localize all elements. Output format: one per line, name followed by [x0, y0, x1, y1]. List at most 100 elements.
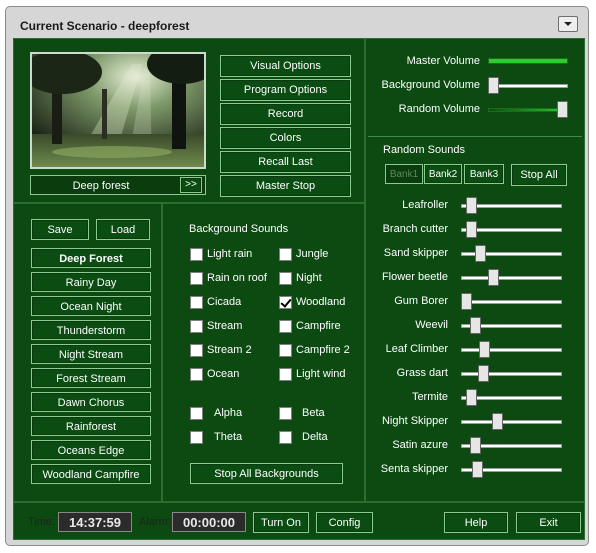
title-bar: Current Scenario - deepforest [6, 7, 588, 37]
preset-item[interactable]: Rainforest [31, 416, 151, 436]
random-sound-thumb[interactable] [472, 461, 483, 478]
background-sound-label: Ocean [207, 368, 240, 380]
random-sound-label: Weevil [415, 319, 448, 331]
record-button[interactable]: Record [220, 103, 351, 125]
background-sound-label: Stream [207, 320, 243, 332]
random-sound-thumb[interactable] [470, 317, 481, 334]
background-sound-label: Woodland [296, 296, 346, 308]
bank3-button[interactable]: Bank3 [464, 164, 504, 184]
random-sound-thumb[interactable] [466, 389, 477, 406]
background-sound-label: Rain on roof [207, 272, 267, 284]
forest-image [32, 54, 204, 167]
visual-options-button[interactable]: Visual Options [220, 55, 351, 77]
brainwave-label: Alpha [214, 407, 243, 419]
next-scene-button[interactable]: >> [180, 177, 202, 193]
window-menu-button[interactable] [558, 16, 578, 32]
preset-item[interactable]: Thunderstorm [31, 320, 151, 340]
random-sound-label: Satin azure [392, 439, 448, 451]
background-sound-label: Campfire 2 [296, 344, 350, 356]
exit-button[interactable]: Exit [516, 512, 581, 533]
background-sound-checkbox[interactable] [279, 248, 292, 261]
preset-item[interactable]: Ocean Night [31, 296, 151, 316]
random-volume-thumb[interactable] [557, 101, 568, 118]
random-sound-track[interactable] [461, 420, 562, 424]
brainwave-label: Beta [302, 407, 325, 419]
background-sound-checkbox[interactable] [279, 272, 292, 285]
load-preset-button[interactable]: Load [96, 219, 150, 240]
preset-item[interactable]: Oceans Edge [31, 440, 151, 460]
random-sound-thumb[interactable] [492, 413, 503, 430]
scene-name-label: Deep forest [72, 180, 130, 192]
background-volume-thumb[interactable] [488, 77, 499, 94]
brainwave-checkbox[interactable] [279, 407, 292, 420]
alarm-label: Alarm: [139, 516, 171, 528]
random-volume-label: Random Volume [398, 103, 480, 115]
random-sound-thumb[interactable] [466, 197, 477, 214]
background-sound-checkbox[interactable] [190, 344, 203, 357]
random-sound-label: Flower beetle [381, 271, 448, 283]
preset-item[interactable]: Dawn Chorus [31, 392, 151, 412]
background-sound-checkbox[interactable] [190, 272, 203, 285]
stop-all-random-button[interactable]: Stop All [511, 164, 567, 186]
preset-item[interactable]: Night Stream [31, 344, 151, 364]
random-sound-thumb[interactable] [466, 221, 477, 238]
background-sound-label: Stream 2 [207, 344, 252, 356]
random-sound-label: Night Skipper [381, 415, 448, 427]
random-sound-thumb[interactable] [479, 341, 490, 358]
background-sound-checkbox[interactable] [190, 320, 203, 333]
recall-last-button[interactable]: Recall Last [220, 151, 351, 173]
brainwave-label: Theta [214, 431, 243, 443]
master-stop-button[interactable]: Master Stop [220, 175, 351, 197]
background-sound-label: Jungle [296, 248, 329, 260]
background-sound-label: Night [296, 272, 322, 284]
random-sound-thumb[interactable] [461, 293, 472, 310]
program-options-button[interactable]: Program Options [220, 79, 351, 101]
colors-button[interactable]: Colors [220, 127, 351, 149]
background-volume-track[interactable] [488, 84, 568, 88]
chevron-down-icon [564, 22, 572, 26]
brainwave-checkbox[interactable] [190, 431, 203, 444]
bank1-button[interactable]: Bank1 [385, 164, 423, 184]
alarm-readout: 00:00:00 [172, 512, 246, 532]
random-sound-track[interactable] [461, 348, 562, 352]
window-title: Current Scenario - deepforest [20, 19, 190, 33]
random-sound-track[interactable] [461, 276, 562, 280]
random-sound-label: Grass dart [396, 367, 448, 379]
background-sound-label: Light wind [296, 368, 346, 380]
config-button[interactable]: Config [316, 512, 373, 533]
background-sound-checkbox[interactable] [190, 368, 203, 381]
preset-item[interactable]: Woodland Campfire [31, 464, 151, 484]
brainwave-label: Delta [302, 431, 328, 443]
bank2-button[interactable]: Bank2 [424, 164, 462, 184]
background-sound-checkbox[interactable] [279, 368, 292, 381]
background-sound-checkbox[interactable] [190, 248, 203, 261]
background-sound-checkbox[interactable] [279, 320, 292, 333]
divider [368, 136, 582, 137]
random-sound-track[interactable] [461, 372, 562, 376]
random-sound-label: Senta skipper [380, 463, 448, 475]
brainwave-checkbox[interactable] [190, 407, 203, 420]
help-button[interactable]: Help [444, 512, 508, 533]
background-sound-checkbox[interactable] [279, 296, 292, 309]
turn-on-alarm-button[interactable]: Turn On [253, 512, 309, 533]
master-volume-label: Master Volume [406, 55, 480, 67]
random-sound-track[interactable] [461, 300, 562, 304]
preset-item[interactable]: Rainy Day [31, 272, 151, 292]
random-sound-thumb[interactable] [475, 245, 486, 262]
preset-item[interactable]: Deep Forest [31, 248, 151, 268]
background-sound-label: Campfire [296, 320, 341, 332]
random-sound-label: Termite [411, 391, 448, 403]
random-volume-track[interactable] [488, 108, 568, 112]
background-sound-label: Cicada [207, 296, 242, 308]
random-sound-label: Gum Borer [394, 295, 448, 307]
preset-item[interactable]: Forest Stream [31, 368, 151, 388]
brainwave-checkbox[interactable] [279, 431, 292, 444]
random-sound-thumb[interactable] [478, 365, 489, 382]
save-preset-button[interactable]: Save [31, 219, 89, 240]
master-volume-meter[interactable] [488, 58, 568, 64]
random-sound-thumb[interactable] [488, 269, 499, 286]
background-sound-checkbox[interactable] [190, 296, 203, 309]
stop-all-backgrounds-button[interactable]: Stop All Backgrounds [190, 463, 343, 484]
random-sound-thumb[interactable] [470, 437, 481, 454]
background-sound-checkbox[interactable] [279, 344, 292, 357]
